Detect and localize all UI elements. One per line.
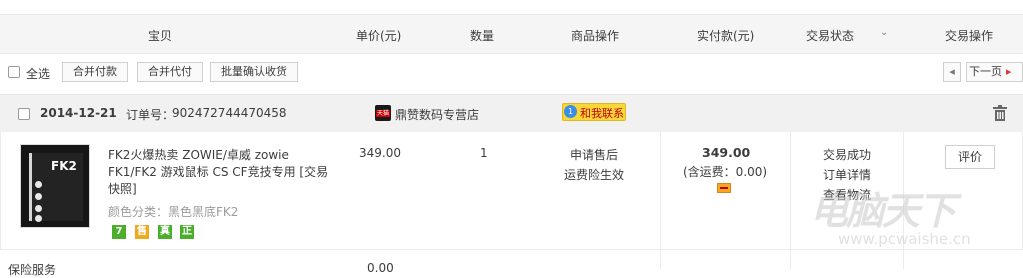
- order-date: 2014-12-21: [40, 106, 117, 120]
- column-divider: [790, 132, 791, 269]
- product-image-label: FK2: [51, 159, 77, 173]
- shop-name-link[interactable]: 鼎赞数码专营店: [395, 106, 479, 123]
- chat-icon: 1: [564, 105, 577, 118]
- table-header: 宝贝 单价(元) 数量 商品操作 实付款(元) 交易状态 ⌄ 交易操作: [0, 14, 1023, 54]
- quantity: 1: [480, 146, 488, 160]
- col-actions: 交易操作: [945, 29, 994, 43]
- status-text: 交易成功: [823, 148, 872, 162]
- product-title-line-1[interactable]: FK2火爆热卖 ZOWIE/卓威 zowie: [108, 146, 289, 163]
- tmall-shop-icon: 天猫: [375, 105, 391, 121]
- genuine-icon: 正: [180, 225, 194, 239]
- merge-pay-button[interactable]: 合并付款: [62, 62, 128, 82]
- col-item-ops: 商品操作: [571, 29, 620, 43]
- unit-price: 349.00: [359, 146, 401, 160]
- freight-insurance-text: 运费险生效: [564, 168, 625, 182]
- chevron-right-icon: ▸: [1006, 65, 1012, 78]
- after-sale-link[interactable]: 申请售后: [570, 146, 618, 163]
- product-image[interactable]: FK2: [20, 144, 90, 228]
- col-paid: 实付款(元): [697, 29, 755, 43]
- col-quantity: 数量: [470, 29, 495, 43]
- col-unit-price: 单价(元): [356, 29, 402, 43]
- order-header: 2014-12-21 订单号： 902472744470458 天猫 鼎赞数码专…: [0, 94, 1023, 132]
- select-all-checkbox[interactable]: [8, 66, 20, 78]
- order-number-label: 订单号：: [126, 108, 175, 122]
- seven-day-return-icon: 7: [112, 225, 126, 239]
- contact-seller-button[interactable]: 1 和我联系: [562, 103, 626, 121]
- card-icon[interactable]: [717, 183, 731, 193]
- chevron-left-icon: ◂: [949, 65, 955, 78]
- select-all-label: 全选: [26, 67, 51, 81]
- shipping-note: (含运费：0.00): [683, 165, 768, 179]
- product-variant: 颜色分类：黑色黑底FK2: [108, 205, 239, 219]
- chevron-down-icon[interactable]: ⌄: [880, 27, 888, 38]
- insurance-service-value: 0.00: [367, 261, 394, 275]
- col-item: 宝贝: [148, 29, 173, 43]
- watermark-url: www.pcwaishe.cn: [838, 230, 971, 248]
- order-checkbox[interactable]: [18, 108, 30, 120]
- trash-icon[interactable]: [993, 105, 1007, 121]
- authentic-icon: 真: [158, 225, 172, 239]
- review-button[interactable]: 评价: [945, 145, 995, 169]
- contact-seller-label: 和我联系: [580, 107, 624, 120]
- prev-page-button[interactable]: ◂: [943, 62, 961, 82]
- paid-amount: 349.00: [702, 145, 751, 160]
- next-page-button[interactable]: 下一页 ▸: [966, 62, 1023, 82]
- next-page-label: 下一页: [969, 65, 1002, 78]
- product-title-line-3[interactable]: 快照]: [108, 180, 137, 197]
- batch-confirm-button[interactable]: 批量确认收货: [210, 62, 298, 82]
- product-title-line-2[interactable]: FK1/FK2 游戏鼠标 CS CF竞技专用 [交易: [108, 163, 328, 180]
- service-icon: 售: [135, 225, 149, 239]
- column-divider: [660, 132, 661, 269]
- insurance-service-label: 保险服务: [8, 263, 57, 277]
- batch-toolbar: 全选 合并付款 合并代付 批量确认收货 ◂ 下一页 ▸: [0, 54, 1023, 90]
- merge-proxy-pay-button[interactable]: 合并代付: [137, 62, 203, 82]
- order-number: 902472744470458: [172, 106, 287, 120]
- col-status[interactable]: 交易状态: [806, 27, 854, 44]
- watermark-brand: 电脑天下: [810, 189, 956, 233]
